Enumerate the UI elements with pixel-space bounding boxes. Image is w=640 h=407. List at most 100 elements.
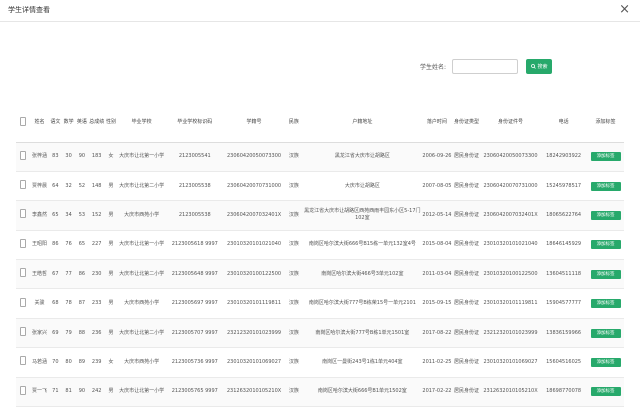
cell-name: 张梓涵 bbox=[30, 142, 49, 172]
cell-math: 77 bbox=[61, 259, 76, 290]
cell-phone: 18065622764 bbox=[540, 200, 588, 231]
row-select[interactable] bbox=[16, 171, 31, 202]
table-row: 李鑫然 65 34 53 152 男 大庆市西苑小学 2123005538 23… bbox=[16, 200, 624, 231]
search-label: 学生姓名: bbox=[420, 63, 447, 71]
search-icon bbox=[530, 63, 536, 69]
row-checkbox[interactable] bbox=[20, 268, 27, 278]
student-name-input[interactable] bbox=[452, 58, 519, 74]
cell-id-no: 23010320101021040 bbox=[480, 230, 541, 261]
cell-nation: 汉族 bbox=[284, 142, 304, 172]
cell-id-type: 居民身份证 bbox=[452, 142, 481, 172]
cell-id-type: 居民身份证 bbox=[452, 288, 481, 319]
add-tag-button[interactable]: 添加标签 bbox=[590, 299, 621, 309]
add-tag-button[interactable]: 添加标签 bbox=[590, 152, 621, 162]
cell-action: 添加标签 bbox=[587, 230, 624, 261]
cell-address: 大庆市让胡路区 bbox=[303, 171, 422, 202]
cell-chinese: 64 bbox=[48, 171, 62, 202]
cell-address: 南岗区哈尔滨大街466号3单元102室 bbox=[303, 259, 422, 290]
table-header-row: 姓名 语文 数学 英语 总成绩 性别 毕业学校 毕业学校标识码 学籍号 民族 户… bbox=[16, 104, 624, 143]
cell-school: 大庆市西苑小学 bbox=[117, 347, 167, 378]
row-checkbox[interactable] bbox=[20, 385, 27, 395]
cell-name: 贾梓晨 bbox=[30, 171, 49, 202]
cell-math: 30 bbox=[61, 142, 76, 172]
search-button[interactable]: 搜索 bbox=[526, 58, 553, 74]
add-tag-button[interactable]: 添加标签 bbox=[590, 328, 621, 338]
add-tag-button[interactable]: 添加标签 bbox=[590, 387, 621, 397]
cell-nation: 汉族 bbox=[284, 288, 304, 319]
row-checkbox[interactable] bbox=[20, 356, 27, 366]
cell-chinese: 65 bbox=[48, 200, 62, 231]
cell-action: 添加标签 bbox=[587, 347, 624, 378]
cell-id-no: 23060420050073300 bbox=[480, 142, 541, 172]
row-select[interactable] bbox=[16, 377, 31, 407]
row-select[interactable] bbox=[16, 200, 31, 231]
add-tag-button[interactable]: 添加标签 bbox=[590, 181, 621, 191]
cell-sex: 男 bbox=[104, 318, 118, 349]
cell-total: 152 bbox=[88, 200, 105, 231]
row-checkbox[interactable] bbox=[20, 297, 27, 307]
cell-school-id: 2123005538 bbox=[166, 171, 224, 202]
cell-phone: 13604511118 bbox=[540, 259, 588, 290]
row-select[interactable] bbox=[16, 230, 31, 261]
cell-phone: 15245978517 bbox=[540, 171, 588, 202]
cell-phone: 18698770078 bbox=[540, 377, 588, 407]
row-checkbox[interactable] bbox=[20, 180, 27, 190]
cell-english: 53 bbox=[75, 200, 89, 231]
cell-total: 230 bbox=[88, 259, 105, 290]
row-checkbox[interactable] bbox=[20, 238, 27, 248]
cell-id-type: 居民身份证 bbox=[452, 318, 481, 349]
cell-school: 大庆市让北第一小学 bbox=[117, 230, 167, 261]
cell-english: 87 bbox=[75, 288, 89, 319]
cell-nation: 汉族 bbox=[284, 230, 304, 261]
add-tag-button[interactable]: 添加标签 bbox=[590, 210, 621, 220]
row-select[interactable] bbox=[16, 318, 31, 349]
row-select[interactable] bbox=[16, 288, 31, 319]
cell-english: 90 bbox=[75, 377, 89, 407]
cell-nation: 汉族 bbox=[284, 171, 304, 202]
row-select[interactable] bbox=[16, 142, 31, 172]
cell-name: 王皓哲 bbox=[30, 259, 49, 290]
select-all-checkbox[interactable] bbox=[20, 116, 27, 126]
cell-chinese: 86 bbox=[48, 230, 62, 261]
cell-hukou-time: 2012-05-14 bbox=[421, 200, 453, 231]
add-tag-button[interactable]: 添加标签 bbox=[590, 357, 621, 367]
cell-phone: 18646145929 bbox=[540, 230, 588, 261]
header-school-id: 毕业学校标识码 bbox=[166, 104, 224, 143]
header-hukou-time: 落户时间 bbox=[421, 104, 453, 143]
cell-student-no: 2306042007032401X bbox=[223, 200, 285, 231]
row-checkbox[interactable] bbox=[20, 327, 27, 337]
row-checkbox[interactable] bbox=[20, 209, 27, 219]
table-row: 张梓涵 83 30 90 183 女 大庆市让北第一小学 2123005541 … bbox=[16, 142, 624, 172]
cell-nation: 汉族 bbox=[284, 259, 304, 290]
cell-sex: 男 bbox=[104, 171, 118, 202]
cell-name: 李鑫然 bbox=[30, 200, 49, 231]
row-checkbox[interactable] bbox=[20, 150, 27, 160]
student-table: 姓名 语文 数学 英语 总成绩 性别 毕业学校 毕业学校标识码 学籍号 民族 户… bbox=[16, 104, 624, 407]
cell-school-id: 2123005707 9997 bbox=[166, 318, 224, 349]
cell-action: 添加标签 bbox=[587, 171, 624, 202]
row-select[interactable] bbox=[16, 259, 31, 290]
table-row: 贾梓晨 64 32 52 148 男 大庆市让北第二小学 2123005538 … bbox=[16, 171, 624, 202]
header-select-all[interactable] bbox=[16, 104, 31, 143]
cell-student-no: 2312632010105210X bbox=[223, 377, 285, 407]
add-tag-button[interactable]: 添加标签 bbox=[590, 240, 621, 250]
cell-chinese: 67 bbox=[48, 259, 62, 290]
cell-student-no: 23060420070731000 bbox=[223, 171, 285, 202]
cell-action: 添加标签 bbox=[587, 288, 624, 319]
cell-id-no: 23212320101023999 bbox=[480, 318, 541, 349]
add-tag-button[interactable]: 添加标签 bbox=[590, 269, 621, 279]
cell-school-id: 2123005648 9997 bbox=[166, 259, 224, 290]
cell-address: 南岗区哈尔滨大街666号B1单元1502室 bbox=[303, 377, 422, 407]
cell-nation: 汉族 bbox=[284, 347, 304, 378]
close-icon[interactable]: × bbox=[619, 2, 630, 18]
cell-nation: 汉族 bbox=[284, 318, 304, 349]
row-select[interactable] bbox=[16, 347, 31, 378]
cell-school-id: 2123005736 9997 bbox=[166, 347, 224, 378]
cell-id-no: 2306042007032401X bbox=[480, 200, 541, 231]
cell-id-no: 23010320101119811 bbox=[480, 288, 541, 319]
header-id-type: 身份证类型 bbox=[452, 104, 481, 143]
cell-phone: 15904577777 bbox=[540, 288, 588, 319]
header-nation: 民族 bbox=[284, 104, 304, 143]
header-school: 毕业学校 bbox=[117, 104, 167, 143]
table-body: 张梓涵 83 30 90 183 女 大庆市让北第一小学 2123005541 … bbox=[16, 142, 624, 407]
